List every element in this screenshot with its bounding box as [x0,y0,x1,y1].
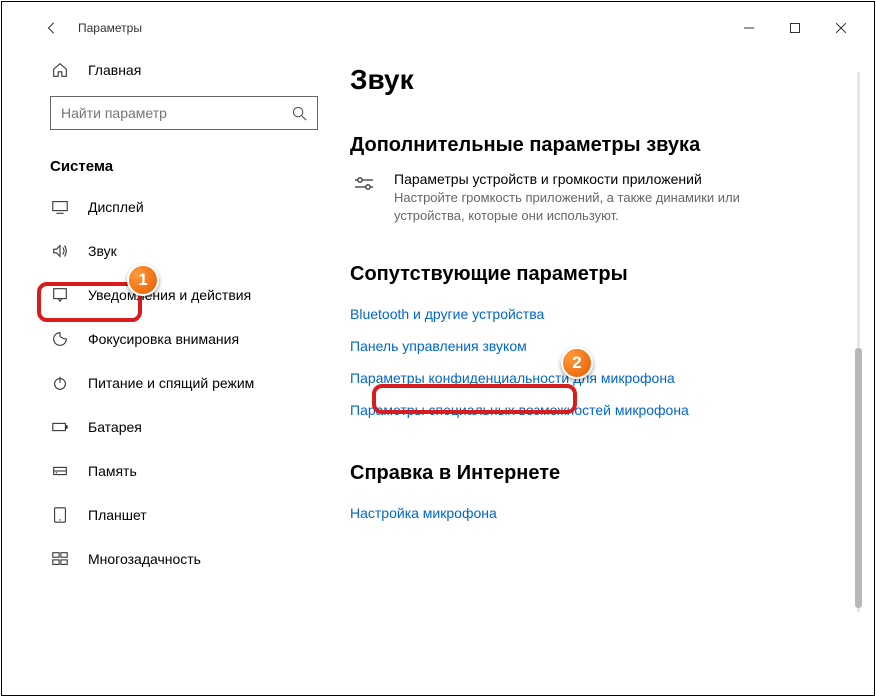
sidebar-item-label: Дисплей [88,199,144,215]
maximize-button[interactable] [772,12,818,44]
link-mic-privacy[interactable]: Параметры конфиденциальности для микрофо… [350,364,675,392]
app-volume-title: Параметры устройств и громкости приложен… [394,171,810,187]
window-controls [726,12,864,44]
tablet-icon [50,505,70,525]
sidebar-item-home[interactable]: Главная [26,52,342,88]
sidebar-item-label: Питание и спящий режим [88,375,254,391]
sound-icon [50,241,70,261]
back-button[interactable] [42,18,62,38]
sidebar-item-label: Планшет [88,507,147,523]
close-button[interactable] [818,12,864,44]
section-related-heading: Сопутствующие параметры [350,263,836,286]
window-title: Параметры [78,21,142,35]
link-mic-setup[interactable]: Настройка микрофона [350,499,497,527]
app-volume-desc: Настройте громкость приложений, а также … [394,189,810,225]
sidebar-home-label: Главная [88,62,141,78]
scrollbar-thumb[interactable] [855,348,862,608]
sidebar-item-power[interactable]: Питание и спящий режим [26,361,342,405]
app-volume-link[interactable]: Параметры устройств и громкости приложен… [350,171,810,225]
section-advanced-heading: Дополнительные параметры звука [350,134,836,157]
sliders-icon [350,171,378,199]
power-icon [50,373,70,393]
settings-window: Параметры Главная [26,12,864,685]
section-help-heading: Справка в Интернете [350,462,836,485]
link-sound-control-panel[interactable]: Панель управления звуком [350,332,527,360]
sidebar-item-label: Память [88,463,137,479]
sidebar-item-display[interactable]: Дисплей [26,185,342,229]
sidebar-category-label: Система [26,142,342,185]
multitask-icon [50,549,70,569]
minimize-button[interactable] [726,12,772,44]
link-bluetooth[interactable]: Bluetooth и другие устройства [350,300,544,328]
sidebar-item-label: Батарея [88,419,142,435]
display-icon [50,197,70,217]
sidebar-item-notifications[interactable]: Уведомления и действия [26,273,342,317]
notify-icon [50,285,70,305]
sidebar-item-sound[interactable]: Звук [26,229,342,273]
battery-icon [50,417,70,437]
main-content: Звук Дополнительные параметры звука Пара… [342,44,864,685]
sidebar-item-multitask[interactable]: Многозадачность [26,537,342,581]
storage-icon [50,461,70,481]
home-icon [50,60,70,80]
search-icon [292,106,307,121]
titlebar: Параметры [26,12,864,44]
sidebar-item-label: Фокусировка внимания [88,331,239,347]
link-mic-accessibility[interactable]: Параметры специальных возможностей микро… [350,396,689,424]
sidebar-item-focus[interactable]: Фокусировка внимания [26,317,342,361]
sidebar-nav: Дисплей Звук Уведомления и действия [26,185,342,581]
sidebar-item-label: Уведомления и действия [88,287,251,303]
sidebar-item-label: Звук [88,243,117,259]
search-box[interactable] [50,96,318,130]
sidebar-item-label: Многозадачность [88,551,201,567]
sidebar: Главная Система Дисплей [26,44,342,685]
sidebar-item-storage[interactable]: Память [26,449,342,493]
sidebar-item-tablet[interactable]: Планшет [26,493,342,537]
focus-icon [50,329,70,349]
sidebar-item-battery[interactable]: Батарея [26,405,342,449]
page-title: Звук [350,64,836,96]
search-input[interactable] [61,105,292,121]
